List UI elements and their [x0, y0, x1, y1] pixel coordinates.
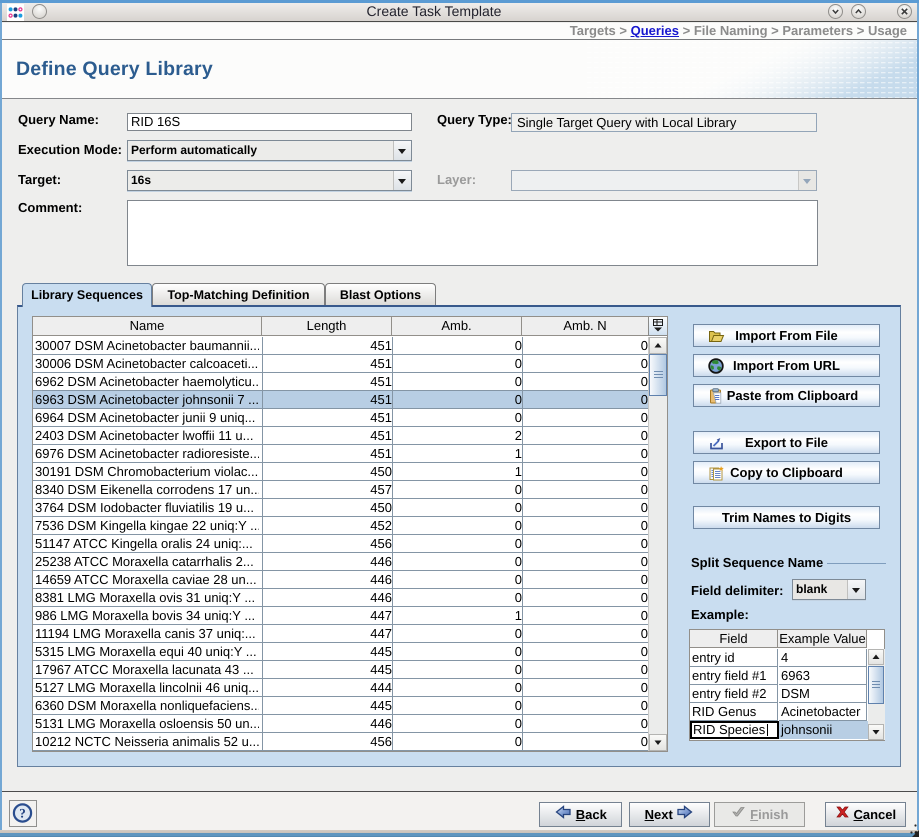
- svg-text:?: ?: [19, 806, 26, 821]
